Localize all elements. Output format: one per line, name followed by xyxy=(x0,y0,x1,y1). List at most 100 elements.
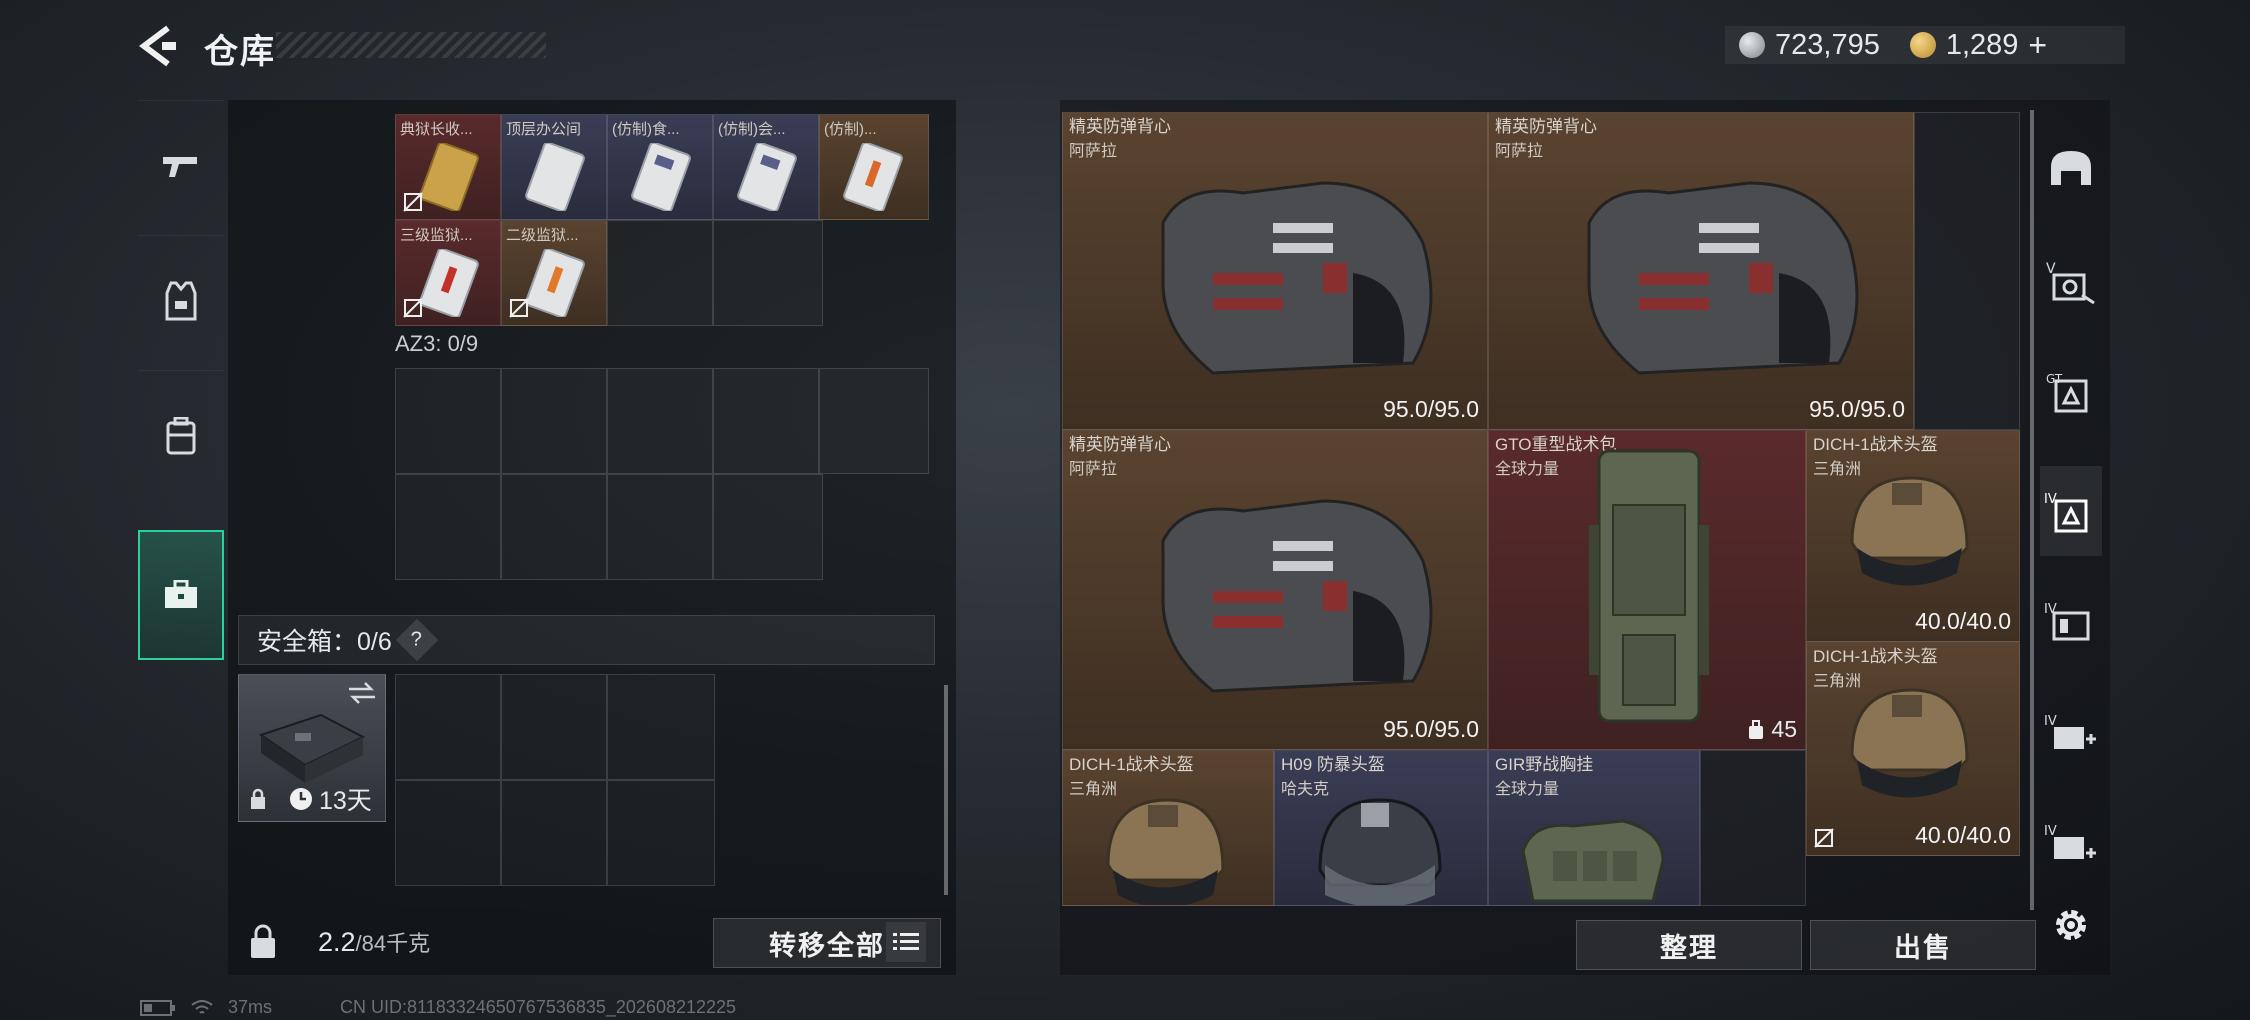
clock-icon xyxy=(290,788,312,810)
empty-slot[interactable] xyxy=(713,220,823,326)
back-button[interactable] xyxy=(138,24,178,68)
tab-container[interactable] xyxy=(138,530,224,660)
empty-slot[interactable] xyxy=(607,674,715,780)
warehouse-item[interactable]: 精英防弹背心 阿萨拉 95.0/95.0 xyxy=(1488,112,1914,430)
left-scrollbar[interactable] xyxy=(944,685,948,895)
armor-v-icon: V xyxy=(2046,261,2095,305)
silver-amount: 723,795 xyxy=(1775,28,1880,61)
safe-box-item[interactable]: 13天 xyxy=(238,674,386,822)
rig-iv-icon: IV xyxy=(2044,602,2090,641)
gold-coin-icon xyxy=(1909,32,1936,58)
status-footer: 37ms CN UID:81183324650767536835_2026082… xyxy=(140,997,736,1018)
back-arrow-icon xyxy=(139,25,176,67)
warehouse-item[interactable]: DICH-1战术头盔 三角洲 xyxy=(1062,750,1274,906)
svg-text:GT: GT xyxy=(2046,372,2063,386)
empty-slot[interactable] xyxy=(607,780,715,886)
battery-icon xyxy=(140,999,175,1016)
filter-tab-vest-tier[interactable]: IV xyxy=(2040,466,2102,556)
filter-tab-rig[interactable]: IV xyxy=(2040,576,2102,666)
svg-text:IV: IV xyxy=(2044,824,2057,839)
tab-armor[interactable] xyxy=(138,235,224,365)
gold-amount: 1,289 xyxy=(1945,28,2019,61)
empty-slot[interactable] xyxy=(1700,750,1806,906)
backpack-tier-icon: GT xyxy=(2046,372,2088,413)
no-trade-icon xyxy=(509,298,529,318)
left-category-bar xyxy=(138,100,224,670)
armor-vest-icon xyxy=(1161,181,1433,375)
safe-box-label: 安全箱：0/6 xyxy=(257,628,392,656)
container-item[interactable]: 顶层办公间 xyxy=(501,114,607,220)
keycard-gold-icon xyxy=(419,143,479,211)
warehouse-item[interactable]: 精英防弹背心 阿萨拉 95.0/95.0 xyxy=(1062,112,1488,430)
empty-slot[interactable] xyxy=(1914,112,2020,430)
currency-display: 723,795 1,289 + xyxy=(1725,26,2125,64)
warehouse-item[interactable]: GTO重型战术包 全球力量 45 xyxy=(1488,430,1806,750)
filter-tab-backpack-tier[interactable]: GT xyxy=(2040,346,2102,436)
empty-slot[interactable] xyxy=(395,780,501,886)
wifi-icon xyxy=(191,999,213,1014)
warehouse-item[interactable]: H09 防暴头盔 哈夫克 xyxy=(1274,750,1488,906)
pistol-icon xyxy=(163,156,197,177)
container-item[interactable]: (仿制)食... xyxy=(607,114,713,220)
safe-timer: 13天 xyxy=(249,781,372,817)
weight-bar: 2.2/84千克 转移全部 xyxy=(228,908,956,975)
lock-icon xyxy=(251,788,265,809)
armor-vest-icon xyxy=(1587,181,1859,375)
riot-helmet-icon xyxy=(1318,798,1442,905)
backpack-item-icon xyxy=(1589,449,1709,723)
keycard-icon xyxy=(737,143,797,211)
filter-tab-armor[interactable]: V xyxy=(2040,236,2102,326)
page-title: 仓库 xyxy=(204,33,276,71)
sell-button[interactable]: 出售 xyxy=(1810,920,2036,970)
warehouse-item[interactable]: DICH-1战术头盔 三角洲 40.0/40.0 xyxy=(1806,430,2020,642)
help-button[interactable]: ? xyxy=(395,618,438,662)
container-item[interactable]: (仿制)... xyxy=(819,114,929,220)
weight-lock-icon xyxy=(251,924,275,958)
filter-tab-medkit[interactable]: IV xyxy=(2040,688,2102,778)
empty-slot[interactable] xyxy=(395,474,501,580)
transfer-all-button[interactable]: 转移全部 xyxy=(713,918,941,968)
container-item[interactable]: 二级监狱... xyxy=(501,220,607,326)
empty-slot[interactable] xyxy=(501,674,607,780)
weight-lock xyxy=(228,908,298,975)
tab-backpack[interactable] xyxy=(138,370,224,500)
empty-slot[interactable] xyxy=(713,368,819,474)
vest-icon xyxy=(165,281,197,320)
safe-box-header: 安全箱：0/6 ? xyxy=(238,615,935,665)
helmet-icon xyxy=(1106,798,1225,905)
helmet-icon xyxy=(1850,476,1969,586)
empty-slot[interactable] xyxy=(819,368,929,474)
organize-button[interactable]: 整理 xyxy=(1576,920,1802,970)
warehouse-item[interactable]: GIR野战胸挂 全球力量 xyxy=(1488,750,1700,906)
empty-slot[interactable] xyxy=(395,368,501,474)
warehouse-item[interactable]: DICH-1战术头盔 三角洲 40.0/40.0 xyxy=(1806,642,2020,856)
add-gold-button[interactable]: + xyxy=(2028,27,2047,64)
empty-slot[interactable] xyxy=(395,674,501,780)
ammo-iv-icon: IV xyxy=(2044,824,2096,859)
helmet-icon xyxy=(1850,688,1969,798)
empty-slot[interactable] xyxy=(607,368,713,474)
armor-vest-icon xyxy=(1161,499,1433,693)
container-item[interactable]: 典狱长收... xyxy=(395,114,501,220)
helmet-icon xyxy=(2051,151,2091,185)
container-item[interactable]: 三级监狱... xyxy=(395,220,501,326)
warehouse-item[interactable]: 精英防弹背心 阿萨拉 95.0/95.0 xyxy=(1062,430,1488,750)
empty-slot[interactable] xyxy=(607,474,713,580)
az3-capacity-label: AZ3: 0/9 xyxy=(395,331,479,356)
safe-case-icon xyxy=(258,713,366,783)
tab-weapons[interactable] xyxy=(138,100,224,230)
filter-tab-ammo[interactable]: IV xyxy=(2040,798,2102,888)
empty-slot[interactable] xyxy=(713,474,823,580)
weight-readout: 2.2/84千克 xyxy=(318,926,431,957)
no-trade-icon xyxy=(1814,828,1834,848)
empty-slot[interactable] xyxy=(607,220,713,326)
no-trade-icon xyxy=(403,298,423,318)
settings-button[interactable] xyxy=(2040,880,2102,970)
empty-slot[interactable] xyxy=(501,474,607,580)
empty-slot[interactable] xyxy=(501,368,607,474)
filter-tab-helmet[interactable] xyxy=(2040,124,2102,214)
swap-icon[interactable] xyxy=(347,681,377,705)
empty-slot[interactable] xyxy=(501,780,607,886)
container-item[interactable]: (仿制)会... xyxy=(713,114,819,220)
right-scrollbar[interactable] xyxy=(2030,110,2034,910)
